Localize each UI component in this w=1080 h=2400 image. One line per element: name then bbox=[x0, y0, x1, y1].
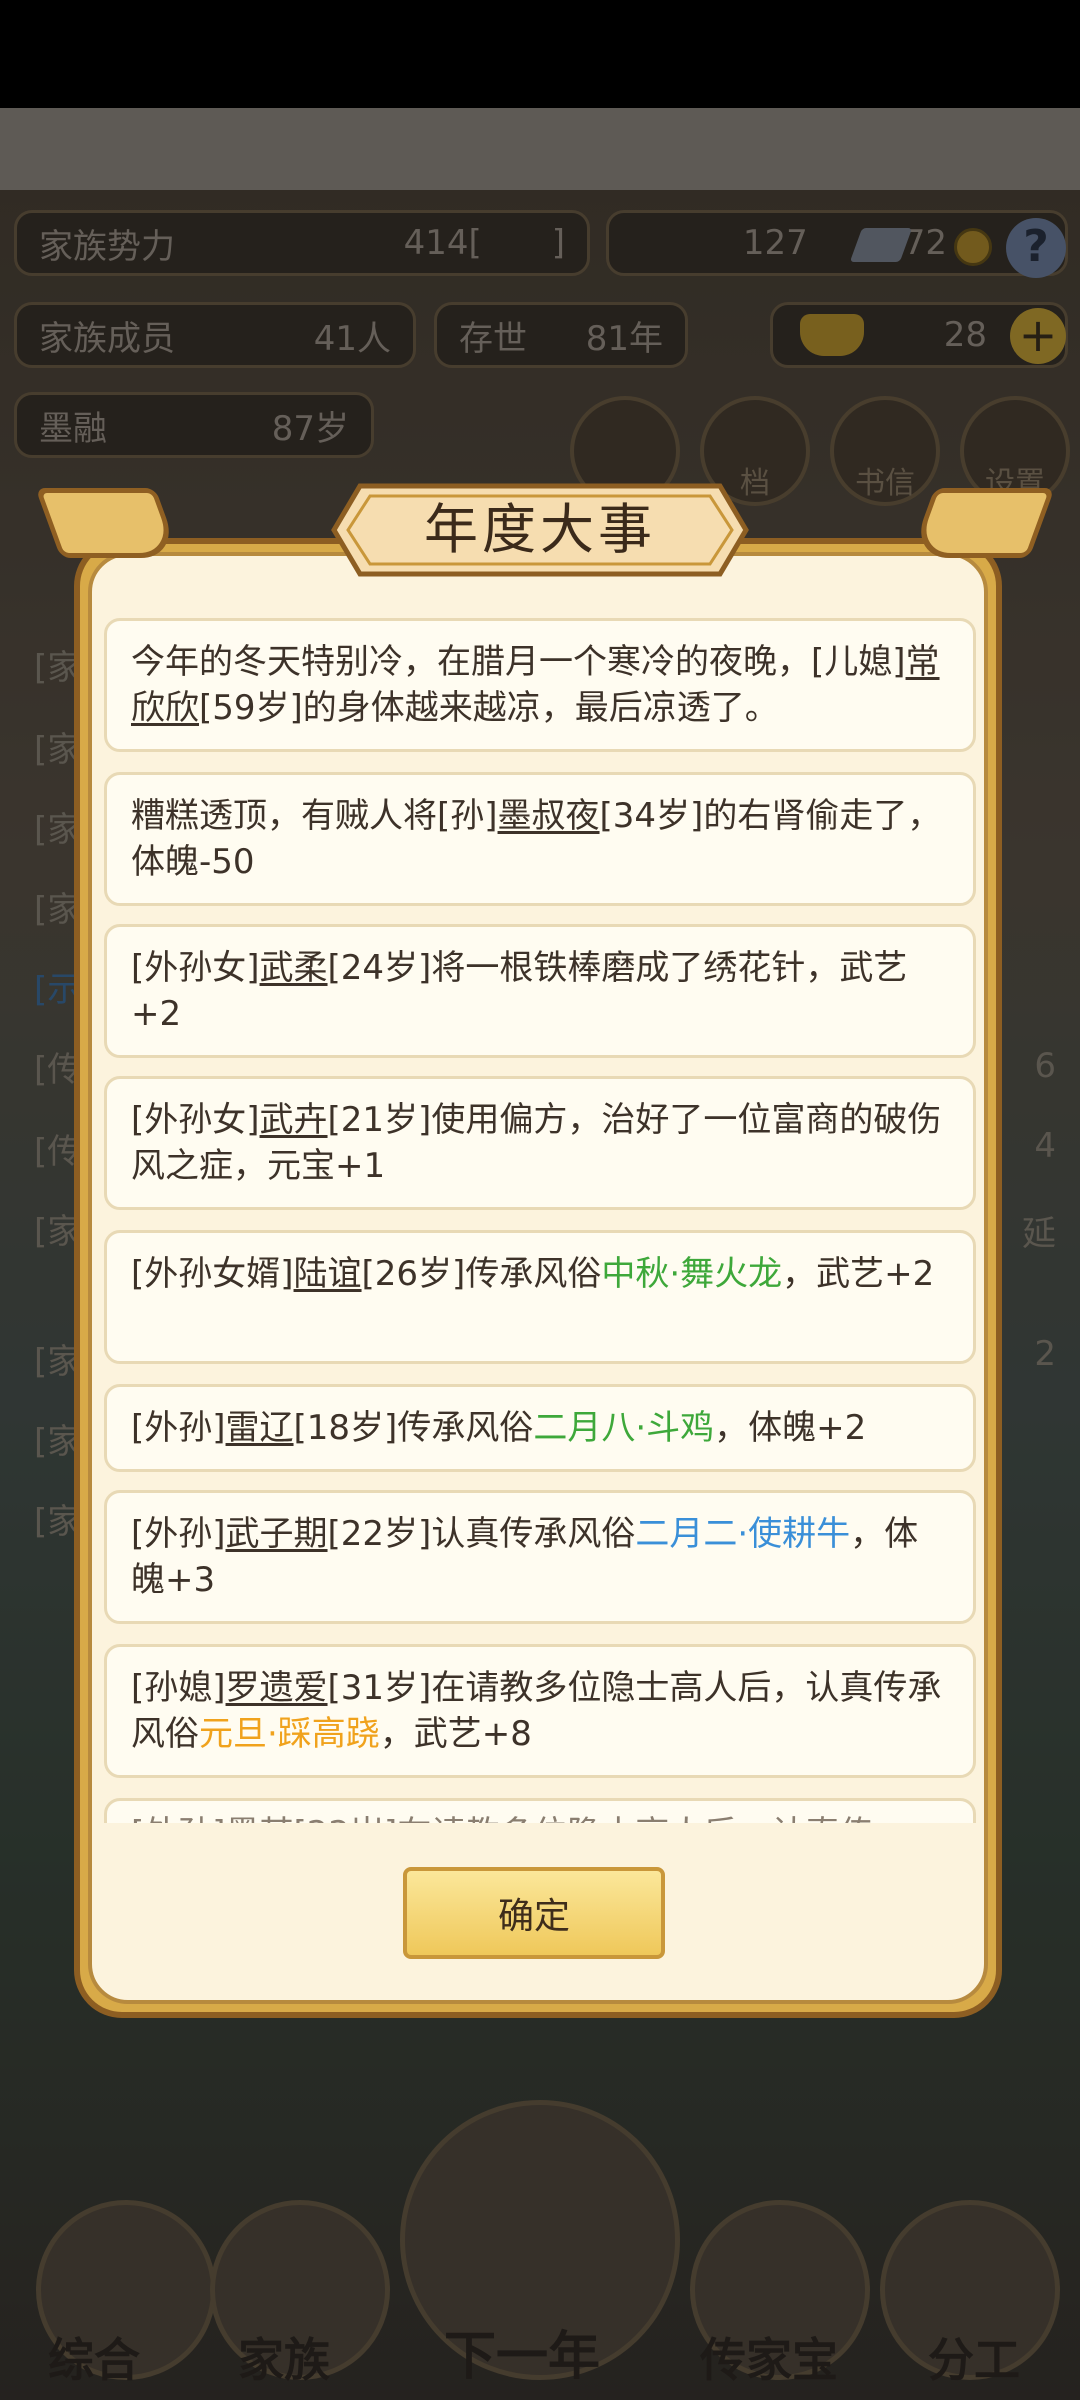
event-card: 今年的冬天特别冷，在腊月一个寒冷的夜晚，[儿媳]常欣欣[59岁]的身体越来越凉，… bbox=[104, 618, 976, 752]
dialog-title: 年度大事 bbox=[424, 498, 656, 561]
person-link[interactable]: 陆谊 bbox=[294, 1254, 362, 1294]
event-card: 糟糕透顶，有贼人将[孙]墨叔夜[34岁]的右肾偷走了，体魄-50 bbox=[104, 772, 976, 906]
frame-corner-ornament bbox=[35, 488, 181, 558]
event-card: [外孙女婿]陆谊[26岁]传承风俗中秋·舞火龙，武艺+2 bbox=[104, 1230, 976, 1364]
event-card: [外孙]武子期[22岁]认真传承风俗二月二·使耕牛，体魄+3 bbox=[104, 1490, 976, 1624]
frame-corner-ornament bbox=[909, 488, 1055, 558]
event-card: [外孙女]武卉[21岁]使用偏方，治好了一位富商的破伤风之症，元宝+1 bbox=[104, 1076, 976, 1210]
event-card-partial: [外孙]墨某[22岁]在请教多位隐士高人后，认真传 bbox=[104, 1798, 976, 1823]
custom-name: 二月八·斗鸡 bbox=[533, 1408, 715, 1448]
person-link[interactable]: 武卉 bbox=[260, 1100, 328, 1140]
person-link[interactable]: 雷辽 bbox=[226, 1408, 294, 1448]
person-link[interactable]: 墨叔夜 bbox=[498, 796, 600, 836]
events-list[interactable]: 今年的冬天特别冷，在腊月一个寒冷的夜晚，[儿媳]常欣欣[59岁]的身体越来越凉，… bbox=[104, 618, 976, 1823]
custom-name: 元旦·踩高跷 bbox=[199, 1714, 380, 1754]
status-bar bbox=[0, 0, 1080, 108]
custom-name: 二月二·使耕牛 bbox=[635, 1514, 851, 1554]
person-link[interactable]: 武子期 bbox=[226, 1514, 328, 1554]
person-link[interactable]: 武柔 bbox=[260, 948, 328, 988]
title-bar bbox=[0, 108, 1080, 190]
event-card: [外孙]雷辽[18岁]传承风俗二月八·斗鸡，体魄+2 bbox=[104, 1384, 976, 1472]
person-link[interactable]: 罗遗爱 bbox=[226, 1668, 328, 1708]
event-card: [孙媳]罗遗爱[31岁]在请教多位隐士高人后，认真传承风俗元旦·踩高跷，武艺+8 bbox=[104, 1644, 976, 1778]
confirm-button[interactable]: 确定 bbox=[403, 1867, 665, 1959]
event-card: [外孙女]武柔[24岁]将一根铁棒磨成了绣花针，武艺+2 bbox=[104, 924, 976, 1058]
custom-name: 中秋·舞火龙 bbox=[601, 1254, 783, 1294]
